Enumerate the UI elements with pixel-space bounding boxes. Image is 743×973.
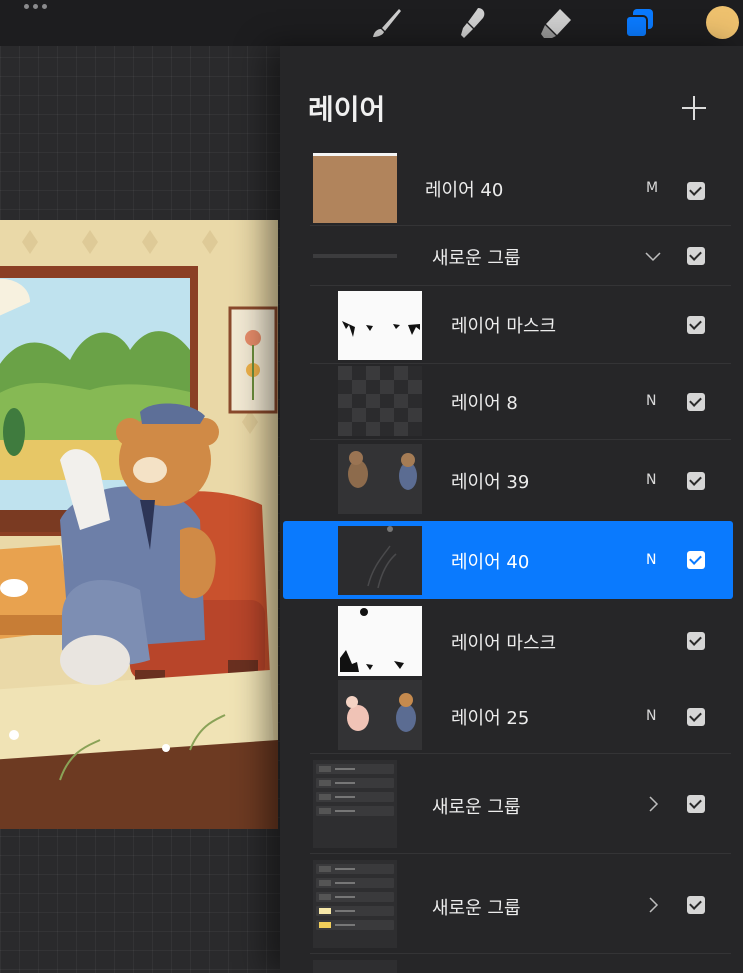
visibility-checkbox[interactable] (687, 896, 705, 914)
group-thumbnail (313, 254, 397, 258)
layer-name: 레이어 마스크 (451, 316, 557, 337)
layer-row[interactable]: 레이어 8 N (280, 364, 743, 440)
layer-name: 레이어 마스크 (451, 633, 557, 654)
visibility-checkbox[interactable] (687, 182, 705, 200)
layer-row[interactable]: 레이어 마스크 (280, 286, 743, 364)
top-toolbar (0, 0, 743, 46)
layer-name: 레이어 39 (451, 472, 530, 493)
color-swatch[interactable] (706, 6, 739, 39)
layer-row[interactable]: 레이어 25 N (280, 678, 743, 754)
blend-mode[interactable]: M (646, 180, 658, 196)
blend-mode[interactable]: N (646, 552, 656, 568)
layer-thumbnail (338, 680, 422, 750)
group-thumbnail (313, 960, 397, 973)
layer-name: 레이어 25 (451, 708, 530, 729)
visibility-checkbox[interactable] (687, 551, 705, 569)
visibility-checkbox[interactable] (687, 393, 705, 411)
visibility-checkbox[interactable] (687, 316, 705, 334)
blend-mode[interactable]: N (646, 708, 656, 724)
blend-mode[interactable]: N (646, 393, 656, 409)
layer-row[interactable]: 레이어 마스크 (280, 602, 743, 678)
layer-thumbnail (338, 526, 422, 595)
mask-thumbnail (338, 606, 422, 676)
group-name: 새로운 그룹 (432, 898, 521, 919)
visibility-checkbox[interactable] (687, 708, 705, 726)
chevron-down-icon[interactable] (644, 247, 662, 265)
layer-row[interactable]: 레이어 40 M (280, 150, 743, 226)
layer-row-selected[interactable]: 레이어 40 N (283, 521, 733, 599)
layer-row-partial[interactable] (280, 958, 743, 973)
layers-panel: 레이어 레이어 40 M 새로운 그룹 레이어 마스크 레이어 8 N 레이어 … (280, 46, 743, 973)
group-row[interactable]: 새로운 그룹 (280, 854, 743, 954)
layer-thumbnail (338, 444, 422, 514)
group-name: 새로운 그룹 (432, 797, 521, 818)
layer-thumbnail (338, 366, 422, 436)
layer-name: 레이어 40 (425, 180, 504, 201)
layer-name: 레이어 8 (451, 393, 518, 414)
chevron-right-icon[interactable] (644, 896, 662, 914)
canvas-artwork[interactable] (0, 220, 278, 829)
group-thumbnail (313, 860, 397, 948)
visibility-checkbox[interactable] (687, 472, 705, 490)
plus-icon[interactable] (678, 92, 710, 124)
layer-name: 레이어 40 (451, 552, 530, 573)
group-row[interactable]: 새로운 그룹 (280, 754, 743, 854)
group-name: 새로운 그룹 (432, 248, 521, 269)
panel-title: 레이어 (308, 93, 386, 126)
layers-icon[interactable] (622, 6, 658, 40)
layer-thumbnail (313, 153, 397, 223)
visibility-checkbox[interactable] (687, 247, 705, 265)
chevron-right-icon[interactable] (644, 795, 662, 813)
visibility-checkbox[interactable] (687, 795, 705, 813)
smudge-icon[interactable] (454, 6, 490, 40)
group-thumbnail (313, 760, 397, 848)
layer-row[interactable]: 레이어 39 N (280, 440, 743, 520)
mask-thumbnail (338, 291, 422, 360)
visibility-checkbox[interactable] (687, 632, 705, 650)
brush-icon[interactable] (368, 6, 404, 40)
ellipsis-icon[interactable] (24, 4, 47, 9)
blend-mode[interactable]: N (646, 472, 656, 488)
eraser-icon[interactable] (538, 6, 574, 40)
group-row[interactable]: 새로운 그룹 (280, 226, 743, 286)
